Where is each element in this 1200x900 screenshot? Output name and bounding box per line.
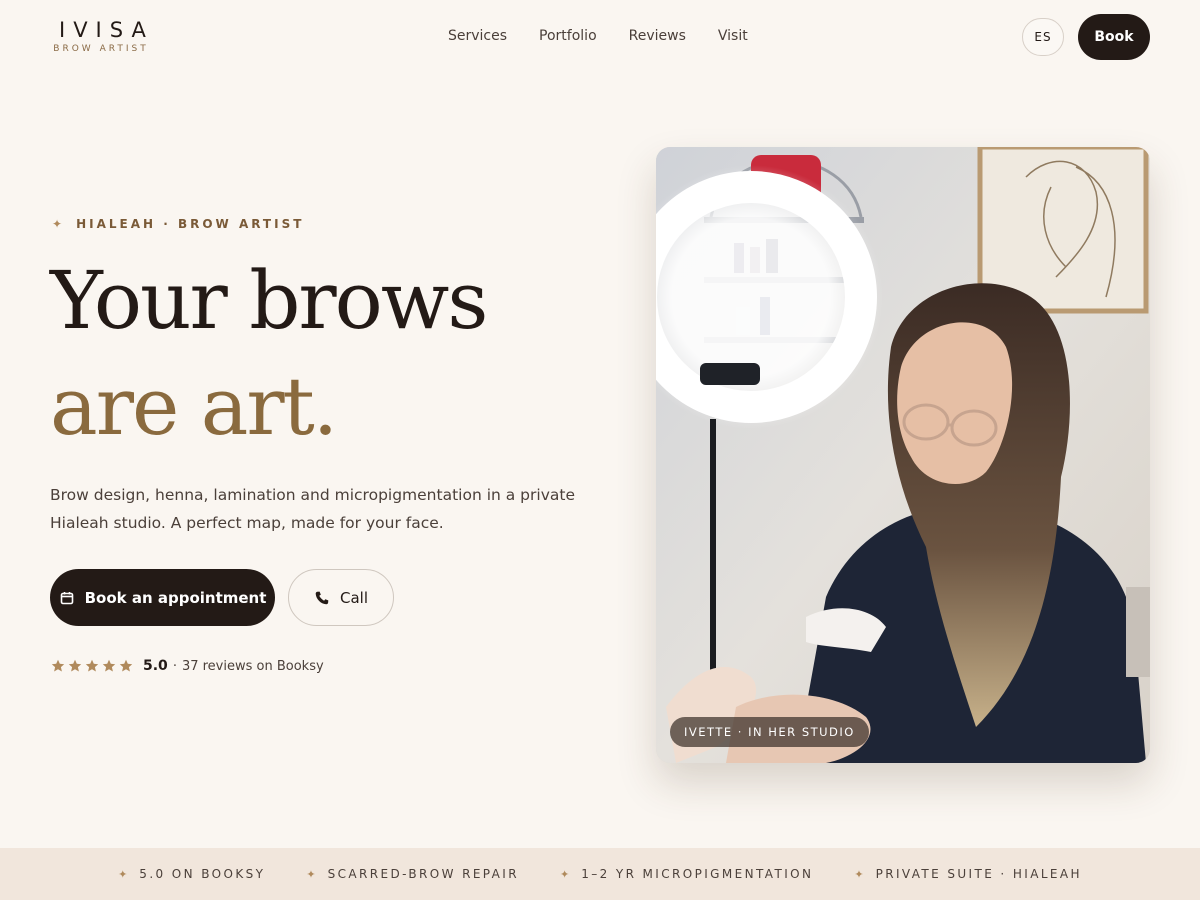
star-icon	[51, 659, 65, 672]
call-label: Call	[339, 588, 368, 607]
star-icon	[85, 659, 99, 672]
brand-logo[interactable]: IVISA BROW ARTIST	[52, 19, 150, 55]
brand-name: IVISA	[59, 18, 154, 42]
studio-photo-illustration	[656, 147, 1150, 763]
highlight-text: 5.0 ON BOOKSY	[139, 867, 266, 881]
rating-score: 5.0	[143, 658, 168, 674]
highlights-strip: ✦ 5.0 ON BOOKSY ✦ SCARRED-BROW REPAIR ✦ …	[0, 848, 1200, 900]
rating-summary: 5.0 · 37 reviews on Booksy	[51, 658, 324, 674]
star-rating	[51, 659, 133, 673]
nav-link-portfolio[interactable]: Portfolio	[539, 26, 597, 46]
highlight-text: SCARRED-BROW REPAIR	[327, 867, 519, 881]
hero-title-line1: Your brows	[50, 254, 488, 347]
hero-lead: Brow design, henna, lamination and micro…	[50, 486, 575, 532]
nav-link-visit[interactable]: Visit	[718, 26, 748, 46]
sparkle-icon: ✦	[306, 867, 316, 881]
star-icon	[102, 659, 116, 672]
highlight-text: 1–2 YR MICROPIGMENTATION	[581, 867, 814, 881]
rating-separator: ·	[172, 658, 177, 674]
hero-eyebrow-text: HIALEAH · BROW ARTIST	[76, 217, 305, 231]
artist-photo	[656, 147, 1150, 763]
star-icon	[68, 659, 82, 672]
sparkle-icon: ✦	[118, 867, 128, 881]
call-button[interactable]: Call	[288, 569, 394, 626]
hero-eyebrow: ✦ HIALEAH · BROW ARTIST	[52, 217, 304, 231]
hero-title-line2: are art.	[50, 360, 338, 453]
highlight-text: PRIVATE SUITE · HIALEAH	[875, 867, 1082, 881]
main-nav: Services Portfolio Reviews Visit	[448, 26, 748, 46]
rating-text[interactable]: 37 reviews on Booksy	[182, 659, 324, 674]
hero-title: Your brows are art.	[50, 248, 488, 460]
header-book-button[interactable]: Book	[1078, 14, 1150, 60]
photo-caption: IVETTE · IN HER STUDIO	[670, 717, 869, 747]
book-appointment-label: Book an appointment	[84, 588, 267, 607]
sparkle-icon: ✦	[559, 867, 570, 881]
sparkle-icon: ✦	[52, 217, 63, 231]
highlight-item: ✦ 1–2 YR MICROPIGMENTATION	[560, 867, 813, 881]
phone-icon	[315, 591, 329, 604]
language-toggle-button[interactable]: ES	[1022, 18, 1064, 56]
sparkle-icon: ✦	[854, 867, 864, 881]
star-icon	[119, 659, 133, 672]
highlight-item: ✦ SCARRED-BROW REPAIR	[306, 867, 519, 881]
site-header: IVISA BROW ARTIST Services Portfolio Rev…	[0, 0, 1200, 72]
calendar-icon	[60, 591, 73, 604]
brand-tagline: BROW ARTIST	[53, 44, 149, 54]
book-appointment-button[interactable]: Book an appointment	[50, 569, 275, 626]
highlight-item: ✦ PRIVATE SUITE · HIALEAH	[854, 867, 1082, 881]
nav-link-reviews[interactable]: Reviews	[629, 26, 686, 46]
nav-link-services[interactable]: Services	[448, 26, 507, 46]
highlight-item: ✦ 5.0 ON BOOKSY	[118, 867, 265, 881]
